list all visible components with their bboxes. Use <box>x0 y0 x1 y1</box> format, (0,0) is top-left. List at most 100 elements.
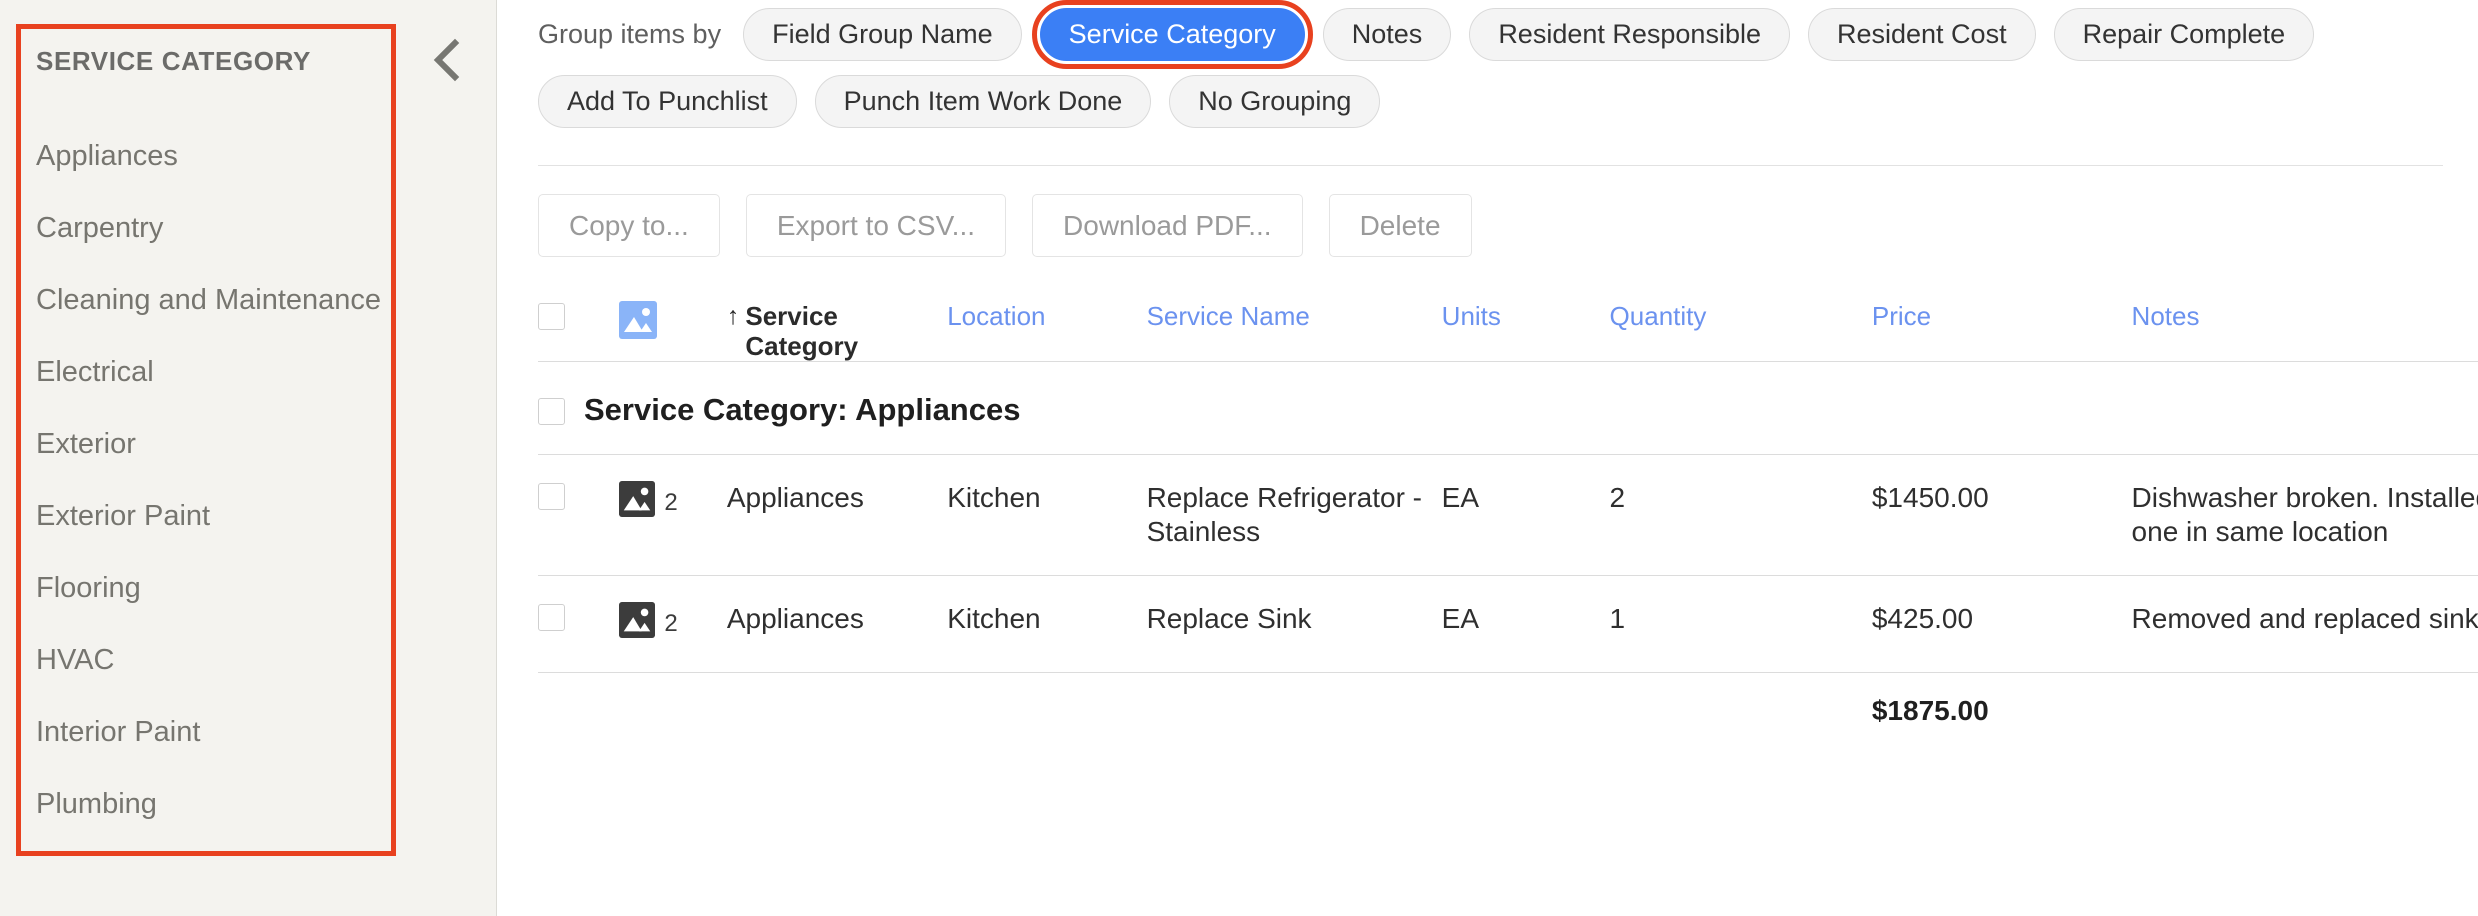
group-total-row: $1875.00 <box>538 673 2478 728</box>
sidebar-item-hvac[interactable]: HVAC <box>36 624 366 696</box>
image-count: 2 <box>664 610 678 637</box>
sidebar-item-label: Interior Paint <box>36 716 201 748</box>
cell-service-category: Appliances <box>726 575 948 673</box>
group-button-repair-complete[interactable]: Repair Complete <box>2053 8 2315 61</box>
cell-units: EA <box>1441 454 1610 576</box>
delete-button[interactable]: Delete <box>1328 194 1472 257</box>
sidebar-item-label: Cleaning and Maintenance <box>36 284 382 316</box>
column-header-notes[interactable]: Notes <box>2132 301 2478 362</box>
group-button-no-grouping[interactable]: No Grouping <box>1169 75 1381 128</box>
sidebar-item-exterior[interactable]: Exterior <box>36 408 366 480</box>
sidebar-item-appliances[interactable]: Appliances <box>36 120 366 192</box>
group-button-wrap-add-to-punchlist: Add To Punchlist <box>538 75 797 128</box>
sidebar-title: SERVICE CATEGORY <box>36 46 311 76</box>
sidebar-item-label: Appliances <box>36 140 178 172</box>
sidebar-item-plumbing[interactable]: Plumbing <box>36 768 366 840</box>
group-button-wrap-resident-responsible: Resident Responsible <box>1469 8 1790 61</box>
cell-price: $425.00 <box>1871 575 2132 673</box>
sidebar-item-interior-paint[interactable]: Interior Paint <box>36 696 366 768</box>
copy-to-button[interactable]: Copy to... <box>538 194 720 257</box>
download-pdf-button[interactable]: Download PDF... <box>1032 194 1303 257</box>
sidebar-item-carpentry[interactable]: Carpentry <box>36 192 366 264</box>
sidebar-item-label: Electrical <box>36 356 154 388</box>
cell-quantity: 1 <box>1609 575 1872 673</box>
sidebar-item-label: Plumbing <box>36 788 157 820</box>
table-body: Service Category: Appliances 2 Appliance… <box>538 361 2478 728</box>
sidebar-item-label: Flooring <box>36 572 141 604</box>
group-button-wrap-punch-item-work-done: Punch Item Work Done <box>814 75 1152 128</box>
cell-service-name: Replace Refrigerator - Stainless <box>1146 454 1442 576</box>
action-toolbar: Copy to... Export to CSV... Download PDF… <box>538 194 2478 257</box>
group-button-add-to-punchlist[interactable]: Add To Punchlist <box>538 75 797 128</box>
image-column-header <box>619 301 727 362</box>
row-select-cell <box>538 575 620 673</box>
sidebar-item-label: Exterior Paint <box>36 500 211 532</box>
group-button-wrap-field-group-name: Field Group Name <box>743 8 1022 61</box>
image-icon <box>619 481 656 525</box>
cell-notes: Removed and replaced sink <box>2131 575 2478 673</box>
toolbar-divider <box>538 165 2443 166</box>
select-all-header <box>538 301 619 362</box>
column-header-label: Notes <box>2131 301 2200 331</box>
row-select-cell <box>538 454 620 576</box>
group-items-toolbar: Group items by Field Group Name Service … <box>538 0 2468 128</box>
table-row[interactable]: 2 Appliances Kitchen Replace Refrigerato… <box>538 454 2478 576</box>
row-image-cell[interactable]: 2 <box>619 454 727 576</box>
sidebar-item-label: Exterior <box>36 428 136 460</box>
sidebar-collapse-button[interactable] <box>424 38 468 82</box>
sidebar-item-label: HVAC <box>36 644 115 676</box>
table-row[interactable]: 2 Appliances Kitchen Replace Sink EA 1 $… <box>538 575 2478 673</box>
sidebar-item-cleaning-and-maintenance[interactable]: Cleaning and Maintenance <box>36 264 381 336</box>
main-content: Group items by Field Group Name Service … <box>497 0 2478 916</box>
app-root: SERVICE CATEGORY Appliances Carpentry Cl… <box>0 0 2478 916</box>
select-all-checkbox[interactable] <box>538 303 565 330</box>
service-items-table: ↑ Service Category Location Service Name… <box>538 301 2478 727</box>
image-count: 2 <box>664 489 678 516</box>
group-button-resident-cost[interactable]: Resident Cost <box>1807 8 2036 61</box>
group-button-punch-item-work-done[interactable]: Punch Item Work Done <box>814 75 1152 128</box>
group-button-field-group-name[interactable]: Field Group Name <box>743 8 1022 61</box>
column-header-label: Location <box>947 301 1046 331</box>
sidebar-item-flooring[interactable]: Flooring <box>36 552 366 624</box>
group-button-wrap-repair-complete: Repair Complete <box>2053 8 2315 61</box>
column-header-service-category[interactable]: ↑ Service Category <box>727 301 947 362</box>
group-button-notes[interactable]: Notes <box>1322 8 1452 61</box>
sort-ascending-icon: ↑ <box>726 302 740 330</box>
column-header-label: Service Name <box>1146 301 1310 331</box>
group-items-by-label: Group items by <box>538 19 722 49</box>
image-icon <box>619 602 656 646</box>
cell-location: Kitchen <box>947 575 1147 673</box>
group-select-checkbox[interactable] <box>538 397 565 425</box>
image-icon <box>619 301 658 345</box>
row-select-checkbox[interactable] <box>538 604 565 631</box>
cell-units: EA <box>1441 575 1610 673</box>
table-header: ↑ Service Category Location Service Name… <box>538 301 2478 362</box>
column-header-quantity[interactable]: Quantity <box>1610 301 1872 362</box>
cell-service-category: Appliances <box>726 454 948 576</box>
sidebar-item-exterior-paint[interactable]: Exterior Paint <box>36 480 366 552</box>
group-button-service-category[interactable]: Service Category <box>1039 8 1305 61</box>
export-to-csv-button[interactable]: Export to CSV... <box>745 194 1007 257</box>
service-category-sidebar: SERVICE CATEGORY Appliances Carpentry Cl… <box>0 0 497 916</box>
row-select-checkbox[interactable] <box>538 483 565 510</box>
group-button-wrap-notes: Notes <box>1322 8 1452 61</box>
column-header-service-name[interactable]: Service Name <box>1147 301 1442 362</box>
cell-service-name: Replace Sink <box>1146 575 1442 673</box>
group-button-resident-responsible[interactable]: Resident Responsible <box>1469 8 1790 61</box>
sidebar-item-electrical[interactable]: Electrical <box>36 336 366 408</box>
column-header-label: Price <box>1871 301 1932 331</box>
column-header-location[interactable]: Location <box>947 301 1146 362</box>
sidebar-category-list: Appliances Carpentry Cleaning and Mainte… <box>36 120 381 840</box>
group-header-row: Service Category: Appliances <box>538 361 2478 455</box>
row-image-cell[interactable]: 2 <box>619 575 727 673</box>
total-price: $1875.00 <box>1871 695 1989 726</box>
column-header-units[interactable]: Units <box>1442 301 1610 362</box>
column-header-price[interactable]: Price <box>1872 301 2132 362</box>
sidebar-item-label: Carpentry <box>36 212 164 244</box>
column-header-label: Service Category <box>745 301 859 361</box>
group-button-wrap-resident-cost: Resident Cost <box>1807 8 2036 61</box>
chevron-left-icon <box>431 38 461 82</box>
cell-price: $1450.00 <box>1871 454 2132 576</box>
group-header-label: Service Category: Appliances <box>584 392 1021 427</box>
column-header-label: Units <box>1441 301 1501 331</box>
